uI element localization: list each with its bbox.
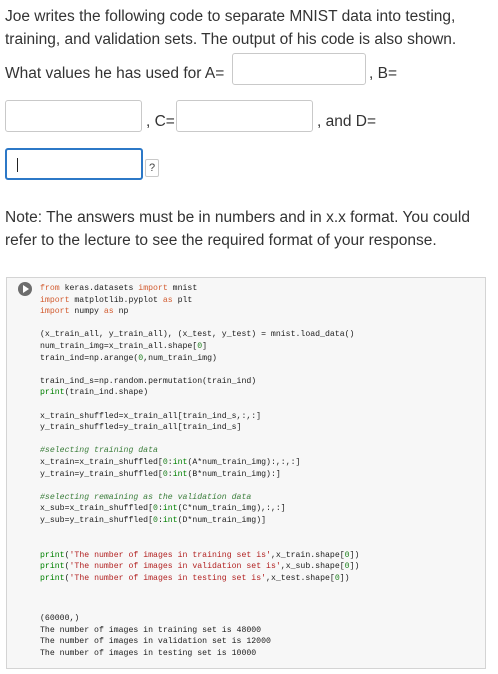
question-line-1: Joe writes the following code to separat… bbox=[5, 8, 456, 25]
label-c: , C= bbox=[146, 113, 175, 130]
code-line: import matplotlib.pyplot as plt bbox=[40, 295, 359, 307]
code-line: #selecting remaining as the validation d… bbox=[40, 492, 359, 504]
code-token: (B*num_train_img):] bbox=[187, 469, 281, 479]
code-token: (D*num_train_img)] bbox=[177, 515, 267, 525]
answer-a-input[interactable] bbox=[232, 53, 366, 85]
code-token: print bbox=[40, 573, 65, 583]
code-token: 'The number of images in validation set … bbox=[69, 562, 281, 572]
code-line: x_sub=x_train_shuffled[0:int(C*num_train… bbox=[40, 503, 359, 515]
code-line: y_train_shuffled=y_train_all[train_ind_s… bbox=[40, 422, 359, 434]
note-line-2: refer to the lecture to see the required… bbox=[5, 232, 437, 249]
code-token: (A*num_train_img):,:,:] bbox=[187, 457, 301, 467]
code-token: x_train=x_train_shuffled[ bbox=[40, 457, 163, 467]
text-caret bbox=[17, 158, 18, 172]
code-line: #selecting training data bbox=[40, 445, 359, 457]
output-line: The number of images in validation set i… bbox=[40, 637, 271, 647]
code-line: print(train_ind.shape) bbox=[40, 387, 359, 399]
code-token: int bbox=[162, 515, 178, 525]
code-token: ]) bbox=[339, 573, 350, 583]
code-token: import bbox=[40, 295, 70, 305]
code-line: num_train_img=x_train_all.shape[0] bbox=[40, 341, 359, 353]
code-token: num_train_img=x_train_all.shape[ bbox=[40, 341, 198, 351]
code-line: train_ind_s=np.random.permutation(train_… bbox=[40, 376, 359, 388]
code-token: plt bbox=[172, 295, 193, 305]
code-token: int bbox=[172, 457, 188, 467]
output-line: The number of images in training set is … bbox=[40, 625, 262, 635]
code-token: (x_train_all, y_train_all), (x_test, y_t… bbox=[40, 330, 355, 340]
code-token: 'The number of images in testing set is' bbox=[69, 573, 267, 583]
code-line: from keras.datasets import mnist bbox=[40, 283, 359, 295]
run-cell-icon[interactable] bbox=[18, 282, 32, 296]
code-token: int bbox=[172, 469, 188, 479]
code-token: ,x_train.shape[ bbox=[270, 550, 345, 560]
code-token: 'The number of images in training set is… bbox=[69, 550, 271, 560]
code-token: numpy bbox=[69, 307, 104, 317]
code-line: y_train=y_train_shuffled[0:int(B*num_tra… bbox=[40, 469, 359, 481]
code-token: print bbox=[40, 562, 65, 572]
note-line-1: Note: The answers must be in numbers and… bbox=[5, 209, 470, 226]
code-token: mnist bbox=[167, 284, 198, 293]
answer-prompt: What values he has used for A= bbox=[5, 65, 225, 82]
code-token: matplotlib.pyplot bbox=[69, 295, 163, 305]
code-token: y_sub=y_train_shuffled[ bbox=[40, 515, 154, 525]
label-b: , B= bbox=[369, 65, 398, 82]
code-token: x_train_shuffled=x_train_all[train_ind_s… bbox=[40, 411, 262, 421]
code-line: x_train=x_train_shuffled[0:int(A*num_tra… bbox=[40, 457, 359, 469]
code-token: x_sub=x_train_shuffled[ bbox=[40, 504, 154, 514]
code-token: ]) bbox=[349, 550, 360, 560]
answer-d-input[interactable] bbox=[5, 148, 143, 180]
code-token: ,x_sub.shape[ bbox=[280, 562, 345, 572]
answer-b-input[interactable] bbox=[5, 100, 142, 132]
code-block: from keras.datasets import mnist import m… bbox=[40, 283, 359, 584]
code-line: print('The number of images in testing s… bbox=[40, 573, 359, 585]
code-token: train_ind=np.arange( bbox=[40, 353, 139, 363]
code-token: #selecting remaining as the validation d… bbox=[40, 492, 252, 502]
code-line: (x_train_all, y_train_all), (x_test, y_t… bbox=[40, 329, 359, 341]
code-line: y_sub=y_train_shuffled[0:int(D*num_train… bbox=[40, 515, 359, 527]
code-token: ] bbox=[202, 341, 208, 351]
label-d: , and D= bbox=[317, 113, 377, 130]
code-token: print bbox=[40, 550, 65, 560]
code-token: as bbox=[103, 307, 114, 317]
code-token: ,x_test.shape[ bbox=[266, 573, 335, 583]
question-line-2: training, and validation sets. The outpu… bbox=[5, 31, 457, 48]
code-line: print('The number of images in training … bbox=[40, 550, 359, 562]
code-line: import numpy as np bbox=[40, 306, 359, 318]
answer-c-input[interactable] bbox=[176, 100, 313, 132]
code-line: x_train_shuffled=x_train_all[train_ind_s… bbox=[40, 411, 359, 423]
code-token: np bbox=[113, 307, 129, 317]
code-token: print bbox=[40, 388, 65, 398]
output-line: (60000,) bbox=[40, 614, 80, 623]
code-token: from bbox=[40, 284, 60, 293]
code-token: train_ind_s=np.random.permutation(train_… bbox=[40, 376, 257, 386]
code-token: ]) bbox=[349, 562, 360, 572]
code-token: as bbox=[162, 295, 173, 305]
code-line: train_ind=np.arange(0,num_train_img) bbox=[40, 353, 359, 365]
code-token: keras.datasets bbox=[59, 284, 139, 293]
output-line: The number of images in testing set is 1… bbox=[40, 648, 257, 658]
code-token: #selecting training data bbox=[40, 446, 158, 456]
code-token: int bbox=[162, 504, 178, 514]
code-token: import bbox=[138, 284, 168, 293]
help-icon[interactable]: ? bbox=[145, 159, 159, 177]
code-token: y_train=y_train_shuffled[ bbox=[40, 469, 163, 479]
code-token: (C*num_train_img),:,:] bbox=[177, 504, 286, 514]
code-token: (train_ind.shape) bbox=[64, 388, 149, 398]
code-line: print('The number of images in validatio… bbox=[40, 561, 359, 573]
code-output: (60000,) The number of images in training… bbox=[40, 613, 271, 659]
code-token: ,num_train_img) bbox=[143, 353, 217, 363]
code-token: import bbox=[40, 307, 70, 317]
code-token: y_train_shuffled=y_train_all[train_ind_s… bbox=[40, 423, 242, 433]
